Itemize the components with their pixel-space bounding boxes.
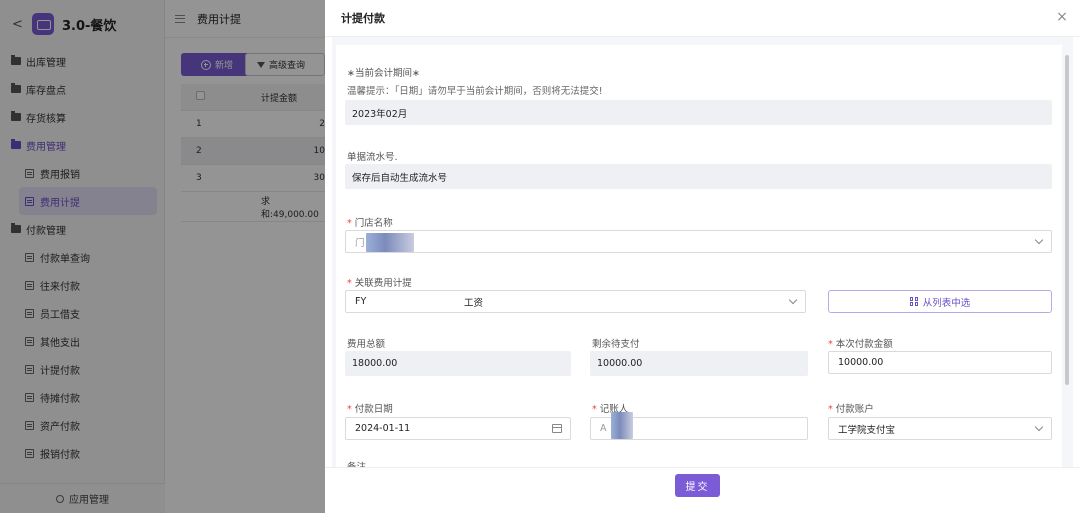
store-label: * 门店名称 [347,218,393,229]
store-select[interactable]: 门 [345,230,1052,253]
pay-amount-input[interactable]: 10000.00 [828,351,1052,374]
period-field: 2023年02月 [345,100,1052,125]
drawer-body: ∗当前会计期间∗ 温馨提示：「日期」请勿早于当前会计期间，否则将无法提交! 20… [332,37,1073,467]
submit-button[interactable]: 提交 [675,474,720,497]
chevron-down-icon [788,295,798,305]
scrollbar[interactable] [1065,55,1069,385]
select-from-list-label: 从列表中选 [922,297,971,309]
bookkeeper-select[interactable]: A [590,412,808,440]
serial-value: 保存后自动生成流水号 [352,172,448,184]
calendar-icon [552,424,562,433]
total-value: 18000.00 [352,358,398,369]
select-from-list-button[interactable]: 从列表中选 [828,290,1052,313]
drawer-footer: 提交 [325,467,1080,513]
related-value-prefix: FY [355,296,367,307]
close-icon[interactable]: × [1055,10,1069,24]
remaining-field: 10000.00 [590,351,808,376]
total-field: 18000.00 [345,351,571,376]
remaining-value: 10000.00 [597,358,643,369]
period-label: ∗当前会计期间∗ [347,68,420,79]
drawer-title: 计提付款 [325,0,1080,37]
pay-amount-label: * 本次付款金额 [828,339,893,350]
pay-date-picker[interactable]: 2024-01-11 [345,417,571,440]
modal-overlay[interactable] [0,0,325,513]
accrual-payment-drawer: 计提付款 × ∗当前会计期间∗ 温馨提示：「日期」请勿早于当前会计期间，否则将无… [325,0,1080,513]
period-value: 2023年02月 [352,108,408,120]
remark-label: 备注 [347,459,366,467]
total-label: 费用总额 [347,339,386,350]
account-value: 工学院支付宝 [838,424,896,436]
redacted-block [611,412,633,439]
related-value-suffix: 工资 [464,297,484,309]
related-accrual-select[interactable]: FY 工资 [345,290,806,313]
chevron-down-icon [1034,235,1044,245]
remaining-label: 剩余待支付 [592,339,640,350]
pay-date-label: * 付款日期 [347,404,393,415]
bookkeeper-value: A [600,423,607,434]
chevron-down-icon [1034,422,1044,432]
grid-icon [909,297,919,306]
redacted-block [366,233,414,252]
related-label: * 关联费用计提 [347,278,412,289]
pay-date-value: 2024-01-11 [355,423,411,434]
serial-label: 单据流水号. [347,152,398,163]
period-hint: 温馨提示：「日期」请勿早于当前会计期间，否则将无法提交! [347,86,603,97]
account-label: * 付款账户 [828,404,874,415]
store-value: 门 [355,237,365,249]
account-select[interactable]: 工学院支付宝 [828,417,1052,440]
form-card: ∗当前会计期间∗ 温馨提示：「日期」请勿早于当前会计期间，否则将无法提交! 20… [336,45,1062,467]
serial-field: 保存后自动生成流水号 [345,164,1052,189]
pay-amount-value: 10000.00 [838,357,884,368]
